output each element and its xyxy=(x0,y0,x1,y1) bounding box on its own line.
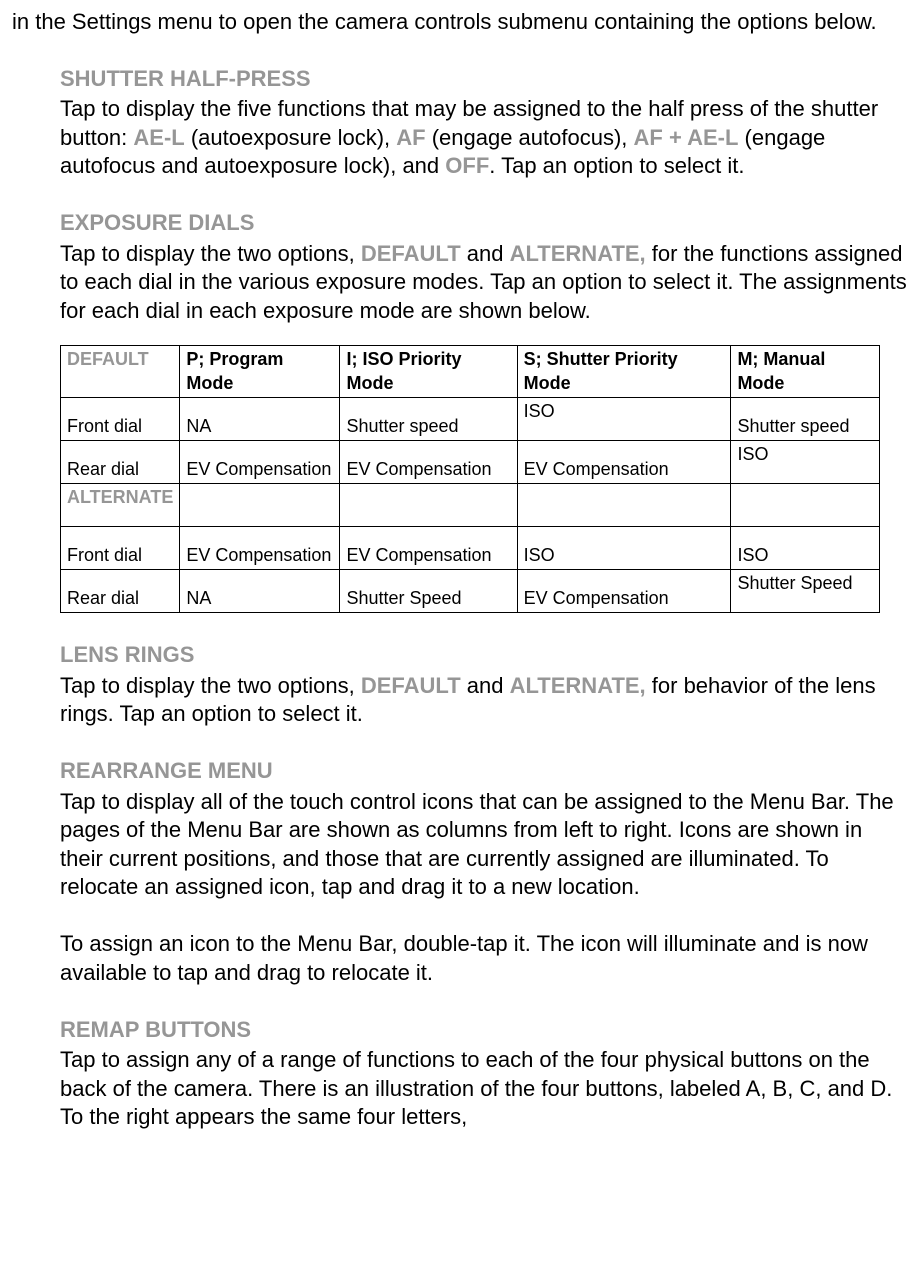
remap-heading: REMAP BUTTONS xyxy=(60,1016,907,1045)
cell xyxy=(731,484,880,527)
exposure-section: EXPOSURE DIALS Tap to display the two op… xyxy=(60,209,907,613)
cell: EV Compensation xyxy=(340,527,517,570)
cell: ISO xyxy=(731,527,880,570)
text: and xyxy=(461,241,510,266)
text: (autoexposure lock), xyxy=(185,125,397,150)
ael-label: AE-L xyxy=(133,125,184,150)
lens-heading: LENS RINGS xyxy=(60,641,907,670)
cell: EV Compensation xyxy=(180,441,340,484)
default-label: DEFAULT xyxy=(361,241,461,266)
cell: NA xyxy=(180,398,340,441)
cell: Shutter speed xyxy=(340,398,517,441)
table-row: Rear dial NA Shutter Speed EV Compensati… xyxy=(61,570,880,613)
cell: ISO xyxy=(517,398,731,441)
cell: DEFAULT xyxy=(61,346,180,398)
off-label: OFF xyxy=(445,153,489,178)
rearrange-heading: REARRANGE MENU xyxy=(60,757,907,786)
lens-section: LENS RINGS Tap to display the two option… xyxy=(60,641,907,729)
table-row: DEFAULT P; Program Mode I; ISO Priority … xyxy=(61,346,880,398)
cell: Rear dial xyxy=(61,570,180,613)
remap-body: Tap to assign any of a range of function… xyxy=(60,1046,907,1132)
afael-label: AF + AE-L xyxy=(634,125,739,150)
af-label: AF xyxy=(396,125,425,150)
default-label: DEFAULT xyxy=(361,673,461,698)
table-row: Front dial NA Shutter speed ISO Shutter … xyxy=(61,398,880,441)
cell xyxy=(517,484,731,527)
cell xyxy=(340,484,517,527)
cell: EV Compensation xyxy=(517,570,731,613)
table-row: Rear dial EV Compensation EV Compensatio… xyxy=(61,441,880,484)
cell: M; Manual Mode xyxy=(731,346,880,398)
text: Tap to display the two options, xyxy=(60,673,361,698)
exposure-table: DEFAULT P; Program Mode I; ISO Priority … xyxy=(60,345,880,613)
text: and xyxy=(461,673,510,698)
cell: Shutter speed xyxy=(731,398,880,441)
exposure-body: Tap to display the two options, DEFAULT … xyxy=(60,240,907,326)
cell: ISO xyxy=(731,441,880,484)
rearrange-body-2: To assign an icon to the Menu Bar, doubl… xyxy=(60,930,907,987)
exposure-heading: EXPOSURE DIALS xyxy=(60,209,907,238)
rearrange-body-1: Tap to display all of the touch control … xyxy=(60,788,907,902)
cell: Front dial xyxy=(61,398,180,441)
cell: ALTERNATE xyxy=(61,484,180,527)
cell: ISO xyxy=(517,527,731,570)
cell: EV Compensation xyxy=(180,527,340,570)
rearrange-section: REARRANGE MENU Tap to display all of the… xyxy=(60,757,907,988)
cell: Shutter Speed xyxy=(340,570,517,613)
text: (engage autofocus), xyxy=(426,125,634,150)
alternate-label: ALTERNATE, xyxy=(510,241,646,266)
text: . Tap an option to select it. xyxy=(489,153,744,178)
cell: P; Program Mode xyxy=(180,346,340,398)
cell: EV Compensation xyxy=(340,441,517,484)
shutter-section: SHUTTER HALF-PRESS Tap to display the fi… xyxy=(60,65,907,181)
cell: NA xyxy=(180,570,340,613)
cell: I; ISO Priority Mode xyxy=(340,346,517,398)
cell: S; Shutter Priority Mode xyxy=(517,346,731,398)
remap-section: REMAP BUTTONS Tap to assign any of a ran… xyxy=(60,1016,907,1132)
table-row: ALTERNATE xyxy=(61,484,880,527)
intro-text: in the Settings menu to open the camera … xyxy=(12,8,907,37)
cell xyxy=(180,484,340,527)
alternate-label: ALTERNATE, xyxy=(510,673,646,698)
cell: Front dial xyxy=(61,527,180,570)
cell: Rear dial xyxy=(61,441,180,484)
table-row: Front dial EV Compensation EV Compensati… xyxy=(61,527,880,570)
shutter-body: Tap to display the five functions that m… xyxy=(60,95,907,181)
shutter-heading: SHUTTER HALF-PRESS xyxy=(60,65,907,94)
cell: Shutter Speed xyxy=(731,570,880,613)
text: Tap to display the two options, xyxy=(60,241,361,266)
cell: EV Compensation xyxy=(517,441,731,484)
lens-body: Tap to display the two options, DEFAULT … xyxy=(60,672,907,729)
